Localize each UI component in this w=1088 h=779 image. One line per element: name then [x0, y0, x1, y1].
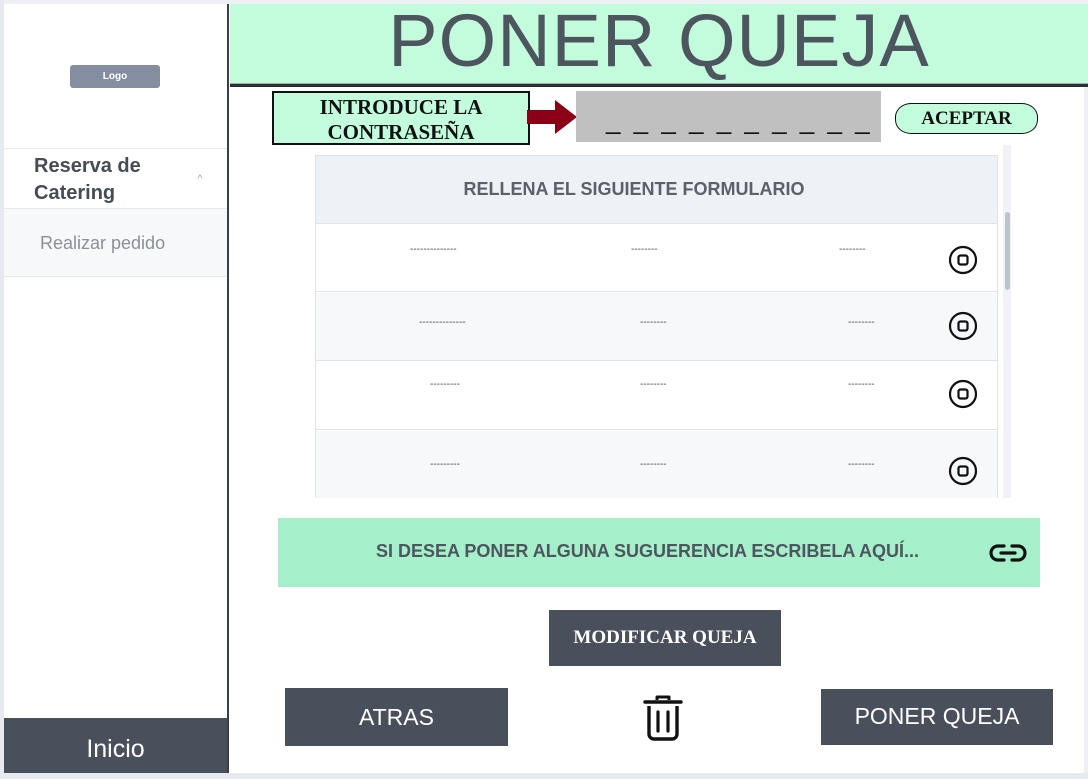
- table-cell[interactable]: --------: [640, 459, 667, 470]
- home-button[interactable]: Inicio: [4, 718, 227, 773]
- sidebar: Logo Reserva de Catering ^ Realizar pedi…: [4, 4, 229, 773]
- table-cell[interactable]: --------------: [410, 244, 457, 255]
- header-divider: [230, 84, 1088, 87]
- table-cell[interactable]: --------------: [419, 317, 466, 328]
- form-scrollbar[interactable]: [1003, 145, 1011, 498]
- table-row[interactable]: --------- -------- --------: [316, 362, 997, 430]
- stop-circle-icon[interactable]: [948, 245, 978, 275]
- trash-icon[interactable]: [642, 694, 684, 742]
- password-input[interactable]: _ _ _ _ _ _ _ _ _ _ _: [576, 91, 881, 166]
- link-icon[interactable]: [987, 539, 1029, 567]
- table-cell[interactable]: --------: [848, 459, 875, 470]
- stop-circle-icon[interactable]: [948, 311, 978, 341]
- page-title: PONER QUEJA: [388, 0, 930, 82]
- table-cell[interactable]: --------: [848, 317, 875, 328]
- sidebar-submenu: Realizar pedido: [4, 209, 227, 277]
- stop-circle-icon[interactable]: [948, 379, 978, 409]
- chevron-up-icon[interactable]: ^: [194, 173, 206, 185]
- sidebar-group-label: Reserva de Catering: [34, 155, 141, 204]
- table-cell[interactable]: --------: [640, 317, 667, 328]
- table-row[interactable]: --------- -------- --------: [316, 431, 997, 498]
- form-scrollbar-thumb[interactable]: [1005, 212, 1010, 290]
- sidebar-item-realizar-pedido[interactable]: Realizar pedido: [40, 233, 165, 254]
- table-cell[interactable]: ---------: [430, 459, 460, 470]
- logo: Logo: [70, 65, 160, 88]
- sidebar-group-reserva-de-catering[interactable]: Reserva de Catering ^: [4, 148, 227, 209]
- submit-complaint-button[interactable]: PONER QUEJA: [821, 689, 1053, 745]
- table-row[interactable]: -------------- -------- --------: [316, 293, 997, 361]
- table-cell[interactable]: ---------: [430, 379, 460, 390]
- table-row[interactable]: -------------- -------- --------: [316, 224, 997, 292]
- arrow-right-icon: [527, 100, 577, 134]
- table-cell[interactable]: --------: [640, 379, 667, 390]
- complaint-form: RELLENA EL SIGUIENTE FORMULARIO --------…: [315, 155, 998, 498]
- page-header: PONER QUEJA: [230, 0, 1088, 84]
- back-button[interactable]: ATRAS: [285, 688, 508, 746]
- frame-right-edge: [1084, 0, 1088, 779]
- suggestion-input[interactable]: SI DESEA PONER ALGUNA SUGUERENCIA ESCRIB…: [278, 518, 1040, 587]
- accept-button[interactable]: ACEPTAR: [895, 103, 1038, 134]
- frame-bottom-edge: [0, 773, 1088, 779]
- form-header: RELLENA EL SIGUIENTE FORMULARIO: [316, 155, 997, 224]
- table-cell[interactable]: --------: [631, 244, 658, 255]
- suggestion-placeholder: SI DESEA PONER ALGUNA SUGUERENCIA ESCRIB…: [376, 541, 920, 561]
- modify-complaint-button[interactable]: MODIFICAR QUEJA: [549, 610, 781, 666]
- password-label: INTRODUCE LA CONTRASEÑA: [272, 91, 530, 145]
- table-cell[interactable]: --------: [848, 379, 875, 390]
- table-cell[interactable]: --------: [839, 244, 866, 255]
- form-title: RELLENA EL SIGUIENTE FORMULARIO: [463, 179, 805, 199]
- stop-circle-icon[interactable]: [948, 456, 978, 486]
